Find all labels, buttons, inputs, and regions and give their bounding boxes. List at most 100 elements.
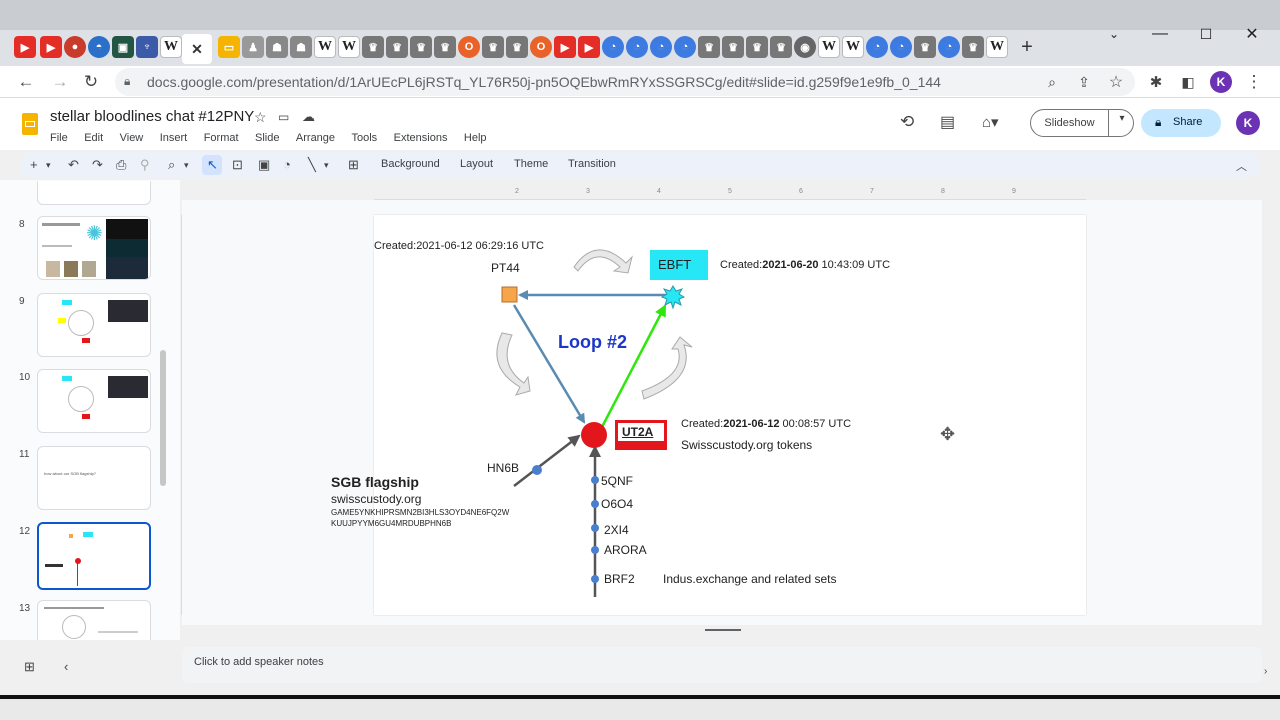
document-title[interactable]: stellar bloodlines chat #12PNY xyxy=(50,108,254,125)
reload-icon[interactable]: ↻ xyxy=(79,70,103,94)
menu-insert[interactable]: Insert xyxy=(160,132,188,144)
youtube-tab-icon[interactable]: ▶ xyxy=(578,36,600,58)
menu-help[interactable]: Help xyxy=(464,132,487,144)
site-tab-icon[interactable]: ♛ xyxy=(434,36,456,58)
menu-file[interactable]: File xyxy=(50,132,68,144)
speaker-notes-field[interactable]: Click to add speaker notes xyxy=(182,647,1262,683)
meet-camera-icon[interactable]: ⌂▾ xyxy=(982,113,999,131)
transition-button[interactable]: Transition xyxy=(568,158,616,170)
active-tab-close-icon[interactable]: ✕ xyxy=(182,34,212,64)
share-page-icon[interactable]: ⇪ xyxy=(1072,70,1096,94)
site-tab-icon[interactable]: ◔ xyxy=(938,36,960,58)
notes-resize-handle[interactable] xyxy=(705,629,741,631)
undo-icon[interactable]: ↶ xyxy=(68,157,79,173)
close-window-icon[interactable]: ✕ xyxy=(1242,24,1262,44)
version-history-icon[interactable]: ⟲ xyxy=(900,112,914,132)
redo-icon[interactable]: ↷ xyxy=(92,157,103,173)
site-tab-icon[interactable]: ♛ xyxy=(386,36,408,58)
menu-extensions[interactable]: Extensions xyxy=(394,132,448,144)
slide-thumbnail-10[interactable] xyxy=(37,369,151,433)
site-tab-icon[interactable]: ☗ xyxy=(266,36,288,58)
wikipedia-tab-icon[interactable]: W xyxy=(314,36,336,58)
wikipedia-tab-icon[interactable]: W xyxy=(160,36,182,58)
tab-search-chevron-icon[interactable]: ⌄ xyxy=(1104,24,1124,44)
vertical-ruler[interactable] xyxy=(172,215,182,615)
maximize-icon[interactable]: ☐ xyxy=(1196,24,1216,44)
site-tab-icon[interactable]: ☗ xyxy=(290,36,312,58)
site-tab-icon[interactable]: ♛ xyxy=(722,36,744,58)
move-folder-icon[interactable]: ▭ xyxy=(278,110,289,124)
zoom-chevron-icon[interactable]: ▾ xyxy=(184,160,189,171)
grid-view-icon[interactable]: ⊞ xyxy=(24,659,35,675)
site-tab-icon[interactable]: ◔ xyxy=(890,36,912,58)
site-tab-icon[interactable]: ● xyxy=(64,36,86,58)
slides-logo-icon[interactable] xyxy=(22,113,38,135)
menu-slide[interactable]: Slide xyxy=(255,132,279,144)
slides-tab-icon[interactable]: ▭ xyxy=(218,36,240,58)
site-tab-icon[interactable]: ♟ xyxy=(242,36,264,58)
url-input[interactable]: docs.google.com/presentation/d/1ArUEcPL6… xyxy=(115,68,1135,96)
site-tab-icon[interactable]: ♛ xyxy=(914,36,936,58)
collapse-toolbar-chevron-icon[interactable]: ︿ xyxy=(1236,158,1247,174)
site-tab-icon[interactable]: ♆ xyxy=(136,36,158,58)
new-tab-plus-icon[interactable]: + xyxy=(1016,36,1038,58)
layout-button[interactable]: Layout xyxy=(460,158,493,170)
insert-image-icon[interactable]: ▣ xyxy=(258,157,270,173)
line-chevron-icon[interactable]: ▾ xyxy=(324,160,329,171)
insert-comment-icon[interactable]: ⊞ xyxy=(348,157,359,173)
browser-menu-icon[interactable]: ⋮ xyxy=(1242,70,1266,94)
site-tab-icon[interactable]: ♛ xyxy=(698,36,720,58)
new-slide-plus-icon[interactable]: + xyxy=(30,157,38,172)
horizontal-ruler[interactable]: 2 3 4 5 6 7 8 9 xyxy=(374,188,1086,200)
side-panel-toggle-icon[interactable]: › xyxy=(1264,666,1278,680)
youtube-tab-icon[interactable]: ▶ xyxy=(14,36,36,58)
site-tab-icon[interactable]: ▣ xyxy=(112,36,134,58)
collapse-filmstrip-chevron-icon[interactable]: ‹ xyxy=(64,659,68,674)
wikipedia-tab-icon[interactable]: W xyxy=(338,36,360,58)
zoom-icon[interactable]: ⌕ xyxy=(1040,70,1064,94)
site-tab-icon[interactable]: ◔ xyxy=(650,36,672,58)
cloud-status-icon[interactable]: ☁ xyxy=(302,109,315,125)
star-icon[interactable]: ☆ xyxy=(254,109,267,126)
shape-icon[interactable]: ◔ xyxy=(283,157,291,172)
site-tab-icon[interactable]: ♛ xyxy=(770,36,792,58)
filmstrip-scrollbar[interactable] xyxy=(160,350,166,486)
site-tab-icon[interactable]: ♛ xyxy=(362,36,384,58)
new-slide-layout-chevron-icon[interactable]: ▾ xyxy=(46,160,51,171)
theme-button[interactable]: Theme xyxy=(514,158,548,170)
line-icon[interactable]: ╲ xyxy=(308,157,316,173)
opera-tab-icon[interactable]: O xyxy=(458,36,480,58)
site-tab-icon[interactable]: ♛ xyxy=(962,36,984,58)
site-tab-icon[interactable]: ♛ xyxy=(410,36,432,58)
menu-format[interactable]: Format xyxy=(204,132,239,144)
menu-arrange[interactable]: Arrange xyxy=(296,132,335,144)
slideshow-options-chevron-icon[interactable]: ▾ xyxy=(1111,113,1133,133)
browser-profile-avatar[interactable]: K xyxy=(1210,71,1232,93)
slide-thumbnail-9[interactable] xyxy=(37,293,151,357)
side-panel-icon[interactable]: ◧ xyxy=(1176,70,1200,94)
site-tab-icon[interactable]: ♛ xyxy=(506,36,528,58)
menu-view[interactable]: View xyxy=(120,132,144,144)
menu-tools[interactable]: Tools xyxy=(352,132,378,144)
slide-thumbnail-12-selected[interactable] xyxy=(37,522,151,590)
wikipedia-tab-icon[interactable]: W xyxy=(818,36,840,58)
site-tab-icon[interactable]: ◔ xyxy=(602,36,624,58)
comments-icon[interactable]: ▤ xyxy=(940,112,955,132)
site-tab-icon[interactable]: ◉ xyxy=(794,36,816,58)
zoom-icon[interactable]: ⌕ xyxy=(168,157,175,173)
text-box-icon[interactable]: ⊡ xyxy=(232,157,243,173)
menu-edit[interactable]: Edit xyxy=(84,132,103,144)
extensions-puzzle-icon[interactable]: ✱ xyxy=(1144,70,1168,94)
slide-thumbnail-7[interactable] xyxy=(37,181,151,205)
back-icon[interactable]: ← xyxy=(14,70,38,94)
share-button[interactable]: 🔒︎ Share xyxy=(1141,109,1221,137)
account-avatar[interactable]: K xyxy=(1236,111,1260,135)
site-tab-icon[interactable]: ♛ xyxy=(482,36,504,58)
paint-format-icon[interactable]: ⚲ xyxy=(140,157,150,173)
site-tab-icon[interactable]: ♛ xyxy=(746,36,768,58)
select-cursor-icon[interactable]: ↖ xyxy=(207,157,218,173)
youtube-tab-icon[interactable]: ▶ xyxy=(40,36,62,58)
wikipedia-tab-icon[interactable]: W xyxy=(842,36,864,58)
youtube-tab-icon[interactable]: ▶ xyxy=(554,36,576,58)
forward-icon[interactable]: → xyxy=(48,70,72,94)
